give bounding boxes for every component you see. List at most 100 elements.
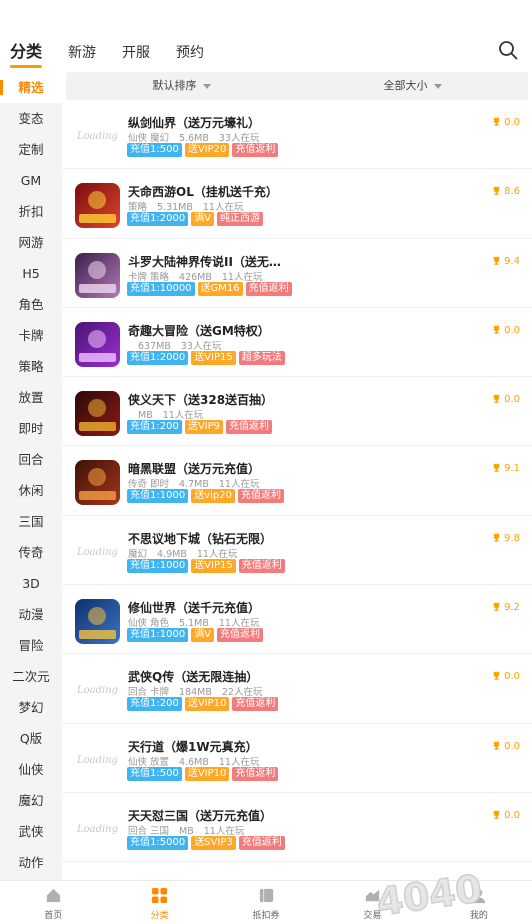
game-meta: 637MB 33人在玩: [128, 338, 231, 352]
game-icon[interactable]: [75, 321, 120, 367]
sidebar-item[interactable]: 回合: [0, 444, 62, 475]
score-value: 9.4: [504, 255, 520, 267]
trophy-icon: [493, 325, 500, 334]
tab-3[interactable]: 预约: [176, 42, 204, 62]
nav-home[interactable]: 首页: [0, 881, 106, 924]
trophy-icon: [493, 533, 500, 542]
sort-filter[interactable]: 默认排序: [66, 72, 297, 100]
sidebar-item[interactable]: 即时: [0, 413, 62, 444]
sidebar-item[interactable]: 变态: [0, 103, 62, 134]
tag-badge: 送VIP15: [191, 558, 236, 573]
game-icon[interactable]: [75, 183, 120, 229]
game-row[interactable]: 斗罗大陆神界传说II（送无… 卡牌 策略 426MB 11人在玩 充值1:10000 送G…: [62, 239, 532, 308]
game-tags: 充值1:5000 送SVIP3 充值返利: [127, 835, 285, 850]
game-score: 0.0: [492, 117, 520, 128]
game-row[interactable]: 暗黑联盟（送万元充值） 传奇 即时 4.7MB 11人在玩 充值1:1000 送vip20…: [62, 446, 532, 516]
top-bar: 分类 新游 开服 预约: [0, 0, 532, 72]
trophy-icon: [493, 602, 500, 611]
sidebar-item[interactable]: 折扣: [0, 196, 62, 227]
score-value: 9.1: [504, 463, 520, 475]
category-sidebar: 精选 变态 定制 GM 折扣 网游 H5 角色 卡牌 策略 放置 即时 回合 休闲 三国 传奇 3D 动漫 冒险 二次…: [0, 72, 62, 880]
game-icon[interactable]: Loading: [75, 114, 120, 159]
tab-0[interactable]: 分类: [10, 38, 43, 68]
sidebar-item[interactable]: 武侠: [0, 816, 62, 847]
sidebar-item[interactable]: 传奇: [0, 537, 62, 568]
tag-badge: 满V: [191, 628, 215, 643]
game-tags: 充值1:1000 满V 充值返利: [127, 628, 264, 643]
sidebar-item[interactable]: 动作: [0, 847, 62, 878]
game-row[interactable]: 修仙世界（送千元充值） 仙侠 角色 5.1MB 11人在玩 充值1:1000 满V 充值返利…: [62, 585, 532, 655]
tab-2[interactable]: 开服: [122, 42, 150, 62]
sidebar-item[interactable]: 网游: [0, 227, 62, 258]
game-row[interactable]: 奇趣大冒险（送GM特权） 637MB 33人在玩 充值1:2000 送VIP15 超多玩法…: [62, 308, 532, 378]
sidebar-item[interactable]: GM: [0, 165, 62, 196]
sidebar-item[interactable]: 二次元: [0, 661, 62, 692]
sidebar-item[interactable]: H5: [0, 258, 62, 289]
game-row[interactable]: Loading 天天怼三国（送万元充值） 回合 三国 MB 11人在玩 充值1:5000 送…: [62, 793, 532, 863]
game-icon[interactable]: Loading: [75, 529, 120, 575]
game-score: 0.0: [492, 810, 520, 821]
size-filter[interactable]: 全部大小: [297, 72, 528, 100]
game-row[interactable]: Loading 武侠Q传（送无限连抽） 回合 卡牌 184MB 22人在玩 充值1:200…: [62, 654, 532, 724]
trophy-icon: [493, 187, 500, 196]
nav-trade[interactable]: 交易: [319, 881, 425, 924]
sidebar-item[interactable]: 放置: [0, 382, 62, 413]
game-icon[interactable]: [75, 252, 120, 298]
game-name: 奇趣大冒险（送GM特权）: [128, 323, 270, 338]
placeholder-logo: Loading: [76, 546, 119, 558]
game-icon[interactable]: Loading: [75, 806, 120, 852]
game-score: 0.0: [492, 741, 520, 752]
sidebar-item[interactable]: 精选: [0, 72, 62, 103]
tag-badge: 充值返利: [226, 420, 273, 435]
tag-badge: 纯正西游: [217, 212, 264, 227]
sidebar-item[interactable]: 休闲: [0, 475, 62, 506]
sidebar-item[interactable]: 梦幻: [0, 692, 62, 723]
nav-user[interactable]: 我的: [426, 881, 532, 924]
placeholder-logo: Loading: [76, 823, 119, 835]
game-name: 纵剑仙界（送万元壕礼）: [128, 116, 261, 130]
sidebar-item[interactable]: Q版: [0, 723, 62, 754]
user-icon: [472, 888, 486, 904]
game-meta: 回合 三国 MB 11人在玩: [128, 823, 254, 837]
tag-badge: 充值返利: [245, 281, 292, 296]
game-row[interactable]: Loading 纵剑仙界（送万元壕礼） 仙侠 魔幻 5.6MB 33人在玩 充值1:500…: [62, 100, 532, 170]
nav-category[interactable]: 分类: [106, 881, 212, 924]
game-meta: 魔幻 4.9MB 11人在玩: [128, 546, 247, 560]
nav-coupon[interactable]: 抵扣券: [213, 881, 319, 924]
game-icon[interactable]: [75, 391, 120, 437]
game-tags: 充值1:2000 送VIP15 超多玩法: [127, 350, 285, 365]
sidebar-item[interactable]: 角色: [0, 289, 62, 320]
game-row[interactable]: 天命西游OL（挂机送千充） 策略 5.31MB 11人在玩 充值1:2000 满V 纯正西游…: [62, 169, 532, 239]
tag-badge: 充值1:10000: [127, 281, 195, 296]
sidebar-item[interactable]: 卡牌: [0, 320, 62, 351]
sidebar-item[interactable]: 策略: [0, 351, 62, 382]
game-name: 天命西游OL（挂机送千充）: [128, 185, 278, 200]
game-icon[interactable]: Loading: [75, 668, 120, 714]
game-icon[interactable]: [75, 460, 120, 506]
sidebar-item[interactable]: 仙侠: [0, 754, 62, 785]
game-row[interactable]: Loading 天行道（爆1W元真充） 仙侠 放置 4.6MB 11人在玩 充值1:500…: [62, 724, 532, 793]
game-row[interactable]: 侠义天下（送328送百抽） MB 11人在玩 充值1:200 送VIP9 充值返利 0.0: [62, 377, 532, 447]
score-value: 0.0: [504, 671, 520, 683]
game-icon[interactable]: [75, 599, 120, 645]
sidebar-item[interactable]: 定制: [0, 134, 62, 165]
tag-badge: 充值1:2000: [127, 212, 189, 227]
nav-label: 抵扣券: [252, 911, 280, 921]
game-meta: 仙侠 魔幻 5.6MB 33人在玩: [128, 130, 269, 144]
tab-1[interactable]: 新游: [68, 42, 96, 62]
game-tags: 充值1:500 送VIP10 充值返利: [127, 766, 279, 781]
game-meta: 回合 卡牌 184MB 22人在玩: [128, 684, 272, 698]
score-value: 0.0: [504, 117, 520, 128]
sidebar-item[interactable]: 三国: [0, 506, 62, 537]
sidebar-item[interactable]: 魔幻: [0, 785, 62, 816]
search-icon[interactable]: [498, 40, 518, 60]
trade-icon: [365, 889, 380, 902]
game-name: 侠义天下（送328送百抽）: [128, 393, 274, 408]
game-row[interactable]: Loading 不思议地下城（钻石无限） 魔幻 4.9MB 11人在玩 充值1:1000 送…: [62, 516, 532, 586]
sidebar-item[interactable]: 冒险: [0, 630, 62, 661]
sidebar-item[interactable]: 动漫: [0, 599, 62, 630]
game-icon[interactable]: Loading: [75, 737, 120, 783]
sidebar-item[interactable]: 3D: [0, 568, 62, 599]
tag-badge: 充值1:500: [127, 766, 182, 781]
filter-bar: 默认排序 全部大小: [66, 72, 528, 100]
